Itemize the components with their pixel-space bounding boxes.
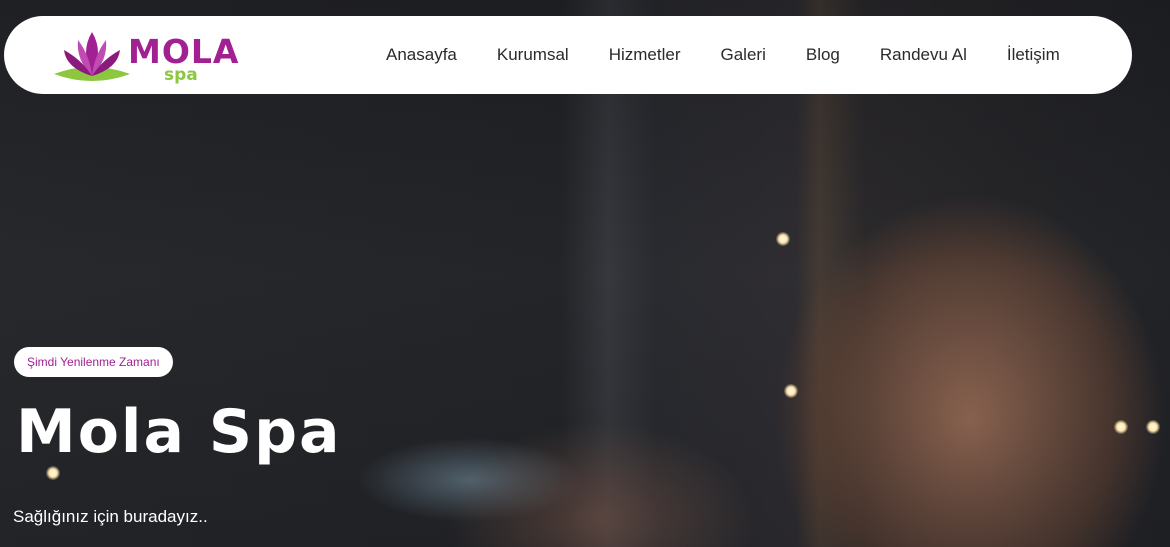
nav-item-randevu-al[interactable]: Randevu Al bbox=[880, 43, 967, 67]
candle-light bbox=[1114, 420, 1128, 434]
site-header: MOLA spa Anasayfa Kurumsal Hizmetler Gal… bbox=[4, 16, 1132, 94]
candle-light bbox=[776, 232, 790, 246]
nav-item-blog[interactable]: Blog bbox=[806, 43, 840, 67]
lotus-logo-icon bbox=[54, 32, 130, 81]
candle-light bbox=[1146, 420, 1160, 434]
hero-tagline-badge: Şimdi Yenilenme Zamanı bbox=[14, 347, 173, 377]
nav-item-anasayfa[interactable]: Anasayfa bbox=[386, 43, 457, 67]
hero-subtitle: Sağlığınız için buradayız.. bbox=[13, 507, 208, 526]
main-navigation: Anasayfa Kurumsal Hizmetler Galeri Blog … bbox=[386, 43, 1060, 67]
nav-item-iletisim[interactable]: İletişim bbox=[1007, 43, 1060, 67]
nav-item-kurumsal[interactable]: Kurumsal bbox=[497, 43, 569, 67]
logo-subtext: spa bbox=[164, 65, 198, 85]
hero-title: Mola Spa bbox=[16, 397, 342, 467]
site-logo[interactable]: MOLA spa bbox=[52, 28, 252, 86]
nav-item-galeri[interactable]: Galeri bbox=[721, 43, 766, 67]
candle-light bbox=[784, 384, 798, 398]
nav-item-hizmetler[interactable]: Hizmetler bbox=[609, 43, 681, 67]
